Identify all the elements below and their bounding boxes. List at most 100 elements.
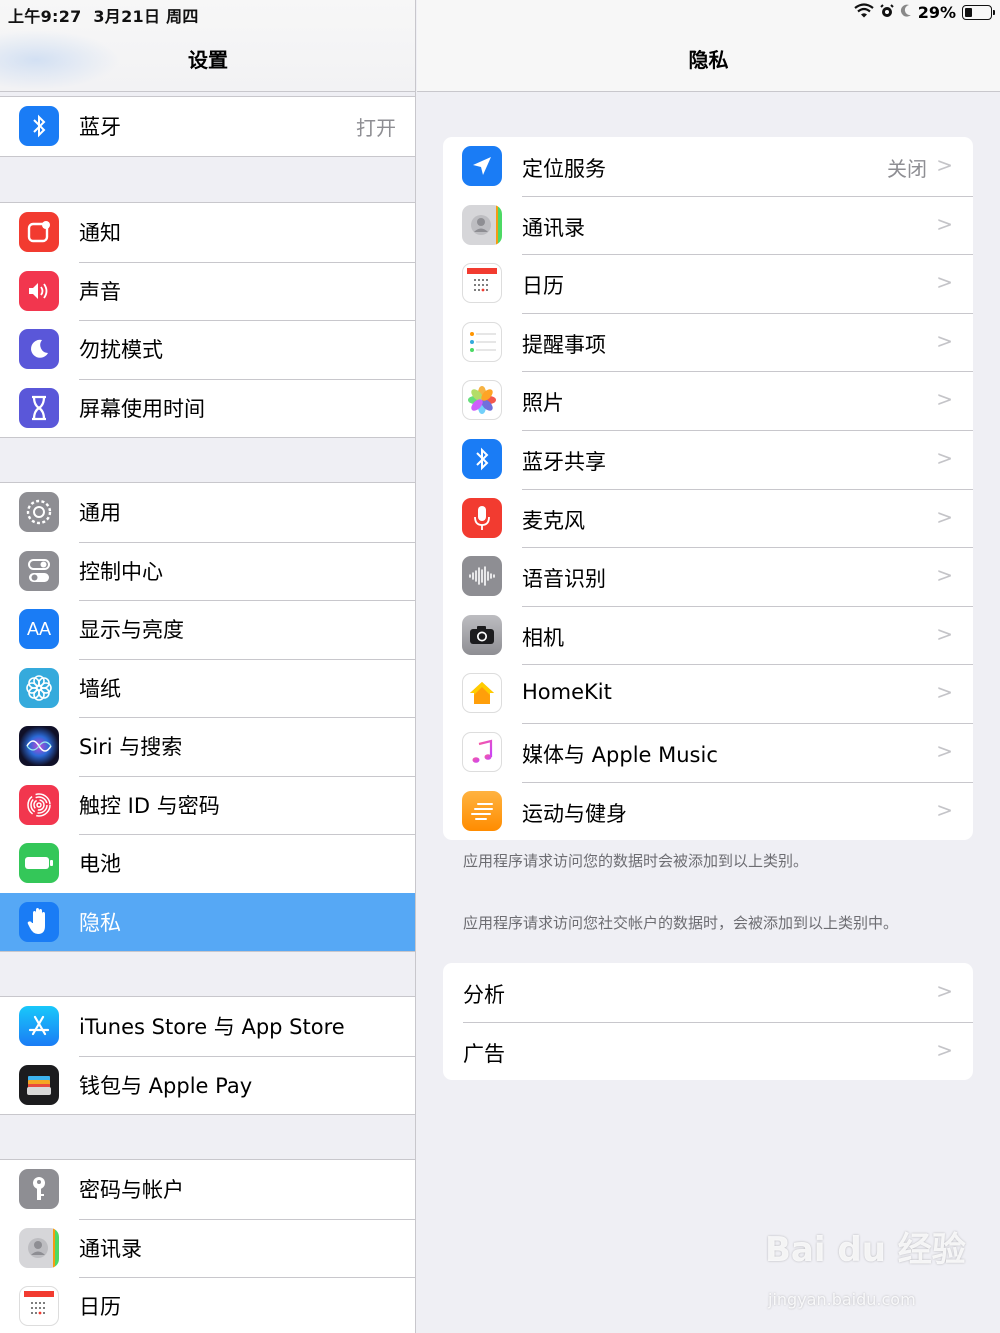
sidebar-title: 设置: [188, 48, 228, 72]
privacy-footnote: 应用程序请求访问您的数据时会被添加到以上类别。: [463, 852, 809, 870]
privacy-item-motion-fitness[interactable]: 运动与健身 >: [443, 781, 973, 841]
toggles-icon: [19, 550, 59, 591]
sidebar-item-label: 通讯录: [79, 1236, 142, 1261]
sidebar-item-screen-time[interactable]: 屏幕使用时间: [0, 378, 415, 438]
hourglass-icon: [19, 387, 59, 428]
hand-icon: [19, 901, 59, 942]
app-store-icon: [19, 1006, 59, 1047]
sidebar-item-wallet-apple-pay[interactable]: 钱包与 Apple Pay: [0, 1055, 415, 1115]
chevron-right-icon: >: [936, 738, 953, 763]
sidebar-item-notifications[interactable]: 通知: [0, 203, 415, 262]
privacy-item-speech-recognition[interactable]: 语音识别 >: [443, 547, 973, 606]
privacy-item-microphone[interactable]: 麦克风 >: [443, 488, 973, 548]
sidebar-item-control-center[interactable]: 控制中心: [0, 541, 415, 601]
waveform-icon: [462, 556, 502, 597]
camera-icon: [462, 614, 502, 655]
chevron-right-icon: >: [936, 1037, 953, 1062]
sidebar-item-label: 触控 ID 与密码: [79, 793, 220, 818]
sidebar-item-general[interactable]: 通用: [0, 483, 415, 542]
chevron-right-icon: >: [936, 270, 953, 295]
privacy-item-location-services[interactable]: 定位服务 关闭 >: [443, 137, 973, 196]
sidebar-item-label: 勿扰模式: [79, 338, 163, 363]
sidebar-item-label: 控制中心: [79, 559, 163, 584]
sidebar-item-privacy[interactable]: 隐私: [0, 892, 415, 951]
sidebar-item-calendar[interactable]: 日历: [0, 1277, 415, 1333]
sidebar-item-passwords-accounts[interactable]: 密码与帐户: [0, 1160, 415, 1219]
privacy-categories-list: 定位服务 关闭 > 通讯录 > 日历 > 提醒事项 > 照片 > 蓝牙共享 > …: [443, 137, 973, 841]
reminders-icon: [462, 321, 502, 362]
flower-icon: [19, 667, 59, 708]
sidebar-item-label: 声音: [79, 279, 121, 304]
sidebar-item-label: 日历: [79, 1295, 121, 1320]
fingerprint-icon: [19, 784, 59, 825]
gear-icon: [19, 492, 59, 533]
alarm-icon: [879, 3, 894, 22]
sidebar-item-label: Siri 与搜索: [79, 735, 183, 760]
contacts-icon: [19, 1227, 59, 1268]
sidebar-item-label: 隐私: [79, 910, 121, 935]
chevron-right-icon: >: [936, 563, 953, 588]
privacy-item-media-apple-music[interactable]: 媒体与 Apple Music >: [443, 722, 973, 782]
privacy-item-label: 麦克风: [522, 508, 585, 533]
privacy-item-label: 日历: [522, 274, 564, 299]
sidebar-item-label: 通用: [79, 501, 121, 526]
microphone-icon: [462, 497, 502, 538]
privacy-item-advertising[interactable]: 广告 >: [443, 1021, 973, 1081]
social-accounts-footnote: 应用程序请求访问您社交帐户的数据时，会被添加到以上类别中。: [463, 914, 899, 932]
privacy-item-label: 定位服务: [522, 157, 606, 181]
text-size-icon: AA: [19, 609, 59, 650]
privacy-item-label: 通讯录: [522, 215, 585, 240]
calendar-icon: [19, 1286, 59, 1327]
status-time-date: 上午9:27 3月21日 周四: [8, 7, 199, 26]
privacy-item-label: 广告: [463, 1041, 505, 1066]
sidebar-item-contacts[interactable]: 通讯录: [0, 1218, 415, 1278]
sidebar-item-touch-id-passcode[interactable]: 触控 ID 与密码: [0, 775, 415, 835]
sidebar-item-sounds[interactable]: 声音: [0, 261, 415, 321]
bluetooth-icon: [19, 106, 59, 147]
chevron-right-icon: >: [936, 621, 953, 646]
privacy-item-photos[interactable]: 照片 >: [443, 371, 973, 430]
calendar-icon: [462, 263, 502, 304]
privacy-item-homekit[interactable]: HomeKit >: [443, 664, 973, 723]
sidebar-item-label: 墙纸: [79, 676, 121, 701]
privacy-item-bluetooth-sharing[interactable]: 蓝牙共享 >: [443, 429, 973, 489]
settings-group-accounts: 密码与帐户 通讯录 日历: [0, 1159, 415, 1333]
contacts-icon: [462, 204, 502, 245]
chevron-right-icon: >: [936, 153, 953, 177]
settings-group-stores: iTunes Store 与 App Store 钱包与 Apple Pay: [0, 996, 415, 1115]
sidebar-item-display-brightness[interactable]: AA 显示与亮度: [0, 600, 415, 659]
privacy-item-label: 语音识别: [522, 567, 606, 592]
music-note-icon: [462, 731, 502, 772]
privacy-item-label: 蓝牙共享: [522, 449, 606, 474]
chevron-right-icon: >: [936, 979, 953, 1003]
privacy-item-label: 运动与健身: [522, 801, 627, 826]
sidebar-item-label: iTunes Store 与 App Store: [79, 1015, 345, 1040]
sidebar-item-bluetooth[interactable]: 蓝牙 打开: [0, 97, 415, 156]
key-icon: [19, 1169, 59, 1210]
chevron-right-icon: >: [936, 211, 953, 236]
chevron-right-icon: >: [936, 445, 953, 470]
privacy-item-contacts[interactable]: 通讯录 >: [443, 195, 973, 255]
analytics-ads-list: 分析 > 广告 >: [443, 963, 973, 1081]
motion-icon: [462, 790, 502, 831]
privacy-item-label: 提醒事项: [522, 332, 606, 357]
privacy-item-calendars[interactable]: 日历 >: [443, 254, 973, 313]
sidebar-item-wallpaper[interactable]: 墙纸: [0, 658, 415, 718]
notifications-icon: [19, 212, 59, 253]
photos-icon: [462, 380, 502, 421]
privacy-item-camera[interactable]: 相机 >: [443, 605, 973, 665]
privacy-item-label: 分析: [463, 983, 505, 1007]
siri-icon: [19, 726, 59, 767]
sidebar-item-siri-search[interactable]: Siri 与搜索: [0, 717, 415, 776]
privacy-item-reminders[interactable]: 提醒事项 >: [443, 312, 973, 372]
chevron-right-icon: >: [936, 680, 953, 705]
sidebar-item-itunes-app-store[interactable]: iTunes Store 与 App Store: [0, 997, 415, 1056]
privacy-item-analytics[interactable]: 分析 >: [443, 963, 973, 1022]
settings-sidebar: 上午9:27 3月21日 周四 设置 蓝牙 打开 通知 声音 勿扰模式 屏幕使用…: [0, 0, 416, 1333]
location-arrow-icon: [462, 146, 502, 186]
sidebar-item-label: 显示与亮度: [79, 618, 184, 643]
sidebar-item-label: 钱包与 Apple Pay: [79, 1073, 253, 1098]
detail-title: 隐私: [688, 48, 729, 72]
sidebar-item-battery[interactable]: 电池: [0, 834, 415, 893]
sidebar-item-do-not-disturb[interactable]: 勿扰模式: [0, 320, 415, 379]
